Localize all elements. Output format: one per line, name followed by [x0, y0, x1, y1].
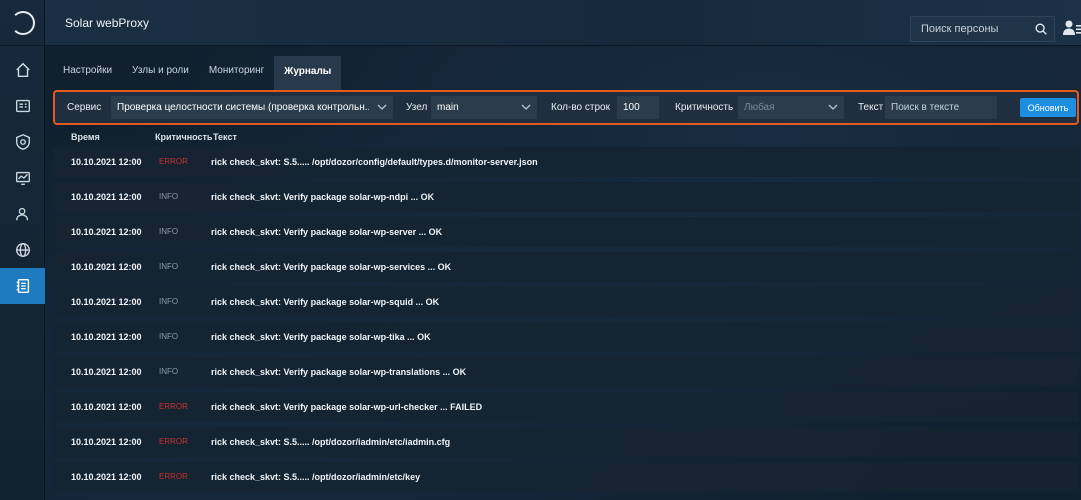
text-label: Текст — [858, 102, 884, 113]
table-row[interactable]: 10.10.2021 12:00 ERROR rick check_skvt: … — [53, 462, 1079, 492]
cell-severity: ERROR — [159, 437, 188, 446]
table-row[interactable]: 10.10.2021 12:00 ERROR rick check_skvt: … — [53, 427, 1079, 457]
monitor-chart-icon[interactable] — [0, 160, 45, 196]
cell-severity: INFO — [159, 297, 179, 306]
cell-text: rick check_skvt: Verify package solar-wp… — [211, 262, 452, 272]
person-search-input[interactable] — [921, 23, 1031, 35]
cell-time: 10.10.2021 12:00 — [71, 472, 142, 482]
text-search-field[interactable] — [885, 96, 997, 119]
chevron-down-icon — [520, 101, 532, 113]
tab-journals[interactable]: Журналы — [274, 56, 342, 90]
journal-icon[interactable] — [0, 268, 45, 304]
cell-severity: INFO — [159, 332, 179, 341]
cell-severity: INFO — [159, 262, 179, 271]
globe-icon[interactable] — [0, 232, 45, 268]
table-row[interactable]: 10.10.2021 12:00 INFO rick check_skvt: V… — [53, 182, 1079, 212]
cell-severity: INFO — [159, 227, 179, 236]
user-menu-icon[interactable] — [1061, 16, 1081, 40]
node-select[interactable]: main — [431, 96, 537, 119]
app-title: Solar webProxy — [65, 16, 150, 30]
cell-severity: INFO — [159, 192, 179, 201]
node-label: Узел — [406, 102, 428, 113]
table-row[interactable]: 10.10.2021 12:00 INFO rick check_skvt: V… — [53, 217, 1079, 247]
table-row[interactable]: 10.10.2021 12:00 INFO rick check_skvt: V… — [53, 252, 1079, 282]
table-row[interactable]: 10.10.2021 12:00 ERROR rick check_skvt: … — [53, 392, 1079, 422]
cell-severity: ERROR — [159, 157, 188, 166]
refresh-button[interactable]: Обновить — [1020, 98, 1076, 117]
chevron-down-icon — [376, 101, 388, 113]
filter-bar: Сервис Проверка целостности системы (про… — [53, 90, 1079, 125]
shield-icon[interactable] — [0, 124, 45, 160]
cell-time: 10.10.2021 12:00 — [71, 437, 142, 447]
cell-time: 10.10.2021 12:00 — [71, 262, 142, 272]
severity-placeholder: Любая — [744, 102, 775, 113]
log-table: 10.10.2021 12:00 ERROR rick check_skvt: … — [53, 147, 1079, 497]
cell-time: 10.10.2021 12:00 — [71, 332, 142, 342]
cell-time: 10.10.2021 12:00 — [71, 402, 142, 412]
rows-count-input[interactable]: 100 — [617, 96, 659, 119]
users-icon[interactable] — [0, 196, 45, 232]
rows-count-value: 100 — [623, 102, 640, 113]
table-row[interactable]: 10.10.2021 12:00 INFO rick check_skvt: V… — [53, 287, 1079, 317]
tab-settings[interactable]: Настройки — [53, 56, 122, 86]
cell-severity: ERROR — [159, 472, 188, 481]
logo[interactable] — [0, 0, 45, 46]
table-header: Время Критичность Текст — [53, 128, 1079, 148]
logo-icon — [10, 10, 35, 35]
dashboard-icon[interactable] — [0, 88, 45, 124]
node-value: main — [437, 102, 459, 113]
cell-text: rick check_skvt: Verify package solar-wp… — [211, 367, 467, 377]
cell-text: rick check_skvt: Verify package solar-wp… — [211, 192, 435, 202]
cell-time: 10.10.2021 12:00 — [71, 367, 142, 377]
severity-label: Критичность — [675, 102, 734, 113]
cell-time: 10.10.2021 12:00 — [71, 192, 142, 202]
cell-severity: INFO — [159, 367, 179, 376]
cell-text: rick check_skvt: Verify package solar-wp… — [211, 227, 443, 237]
tab-nodes-roles[interactable]: Узлы и роли — [122, 56, 199, 86]
main-content: Настройки Узлы и роли Мониторинг Журналы… — [45, 46, 1081, 500]
search-icon[interactable] — [1034, 22, 1048, 36]
cell-text: rick check_skvt: S.5..... /opt/dozor/iad… — [211, 472, 421, 482]
cell-text: rick check_skvt: Verify package solar-wp… — [211, 297, 440, 307]
cell-time: 10.10.2021 12:00 — [71, 157, 142, 167]
cell-time: 10.10.2021 12:00 — [71, 297, 142, 307]
service-label: Сервис — [67, 102, 102, 113]
cell-time: 10.10.2021 12:00 — [71, 227, 142, 237]
cell-text: rick check_skvt: S.5..... /opt/dozor/con… — [211, 157, 538, 167]
person-search[interactable] — [910, 16, 1055, 42]
tab-monitoring[interactable]: Мониторинг — [199, 56, 274, 86]
column-header-severity[interactable]: Критичность — [155, 132, 212, 142]
tabs: Настройки Узлы и роли Мониторинг Журналы — [53, 56, 342, 90]
severity-select[interactable]: Любая — [738, 96, 844, 119]
table-row[interactable]: 10.10.2021 12:00 INFO rick check_skvt: V… — [53, 322, 1079, 352]
service-select[interactable]: Проверка целостности системы (проверка к… — [111, 96, 393, 119]
cell-severity: ERROR — [159, 402, 188, 411]
sidebar — [0, 0, 45, 500]
topbar: Solar webProxy — [45, 0, 1081, 46]
cell-text: rick check_skvt: Verify package solar-wp… — [211, 332, 431, 342]
chevron-down-icon — [827, 101, 839, 113]
table-row[interactable]: 10.10.2021 12:00 INFO rick check_skvt: V… — [53, 357, 1079, 387]
table-row[interactable]: 10.10.2021 12:00 ERROR rick check_skvt: … — [53, 147, 1079, 177]
service-value: Проверка целостности системы (проверка к… — [117, 102, 369, 113]
column-header-text[interactable]: Текст — [213, 132, 237, 142]
column-header-time[interactable]: Время — [71, 132, 100, 142]
home-icon[interactable] — [0, 52, 45, 88]
cell-text: rick check_skvt: Verify package solar-wp… — [211, 402, 483, 412]
rows-count-label: Кол-во строк — [551, 102, 610, 113]
text-search-input[interactable] — [891, 102, 997, 113]
cell-text: rick check_skvt: S.5..... /opt/dozor/iad… — [211, 437, 451, 447]
